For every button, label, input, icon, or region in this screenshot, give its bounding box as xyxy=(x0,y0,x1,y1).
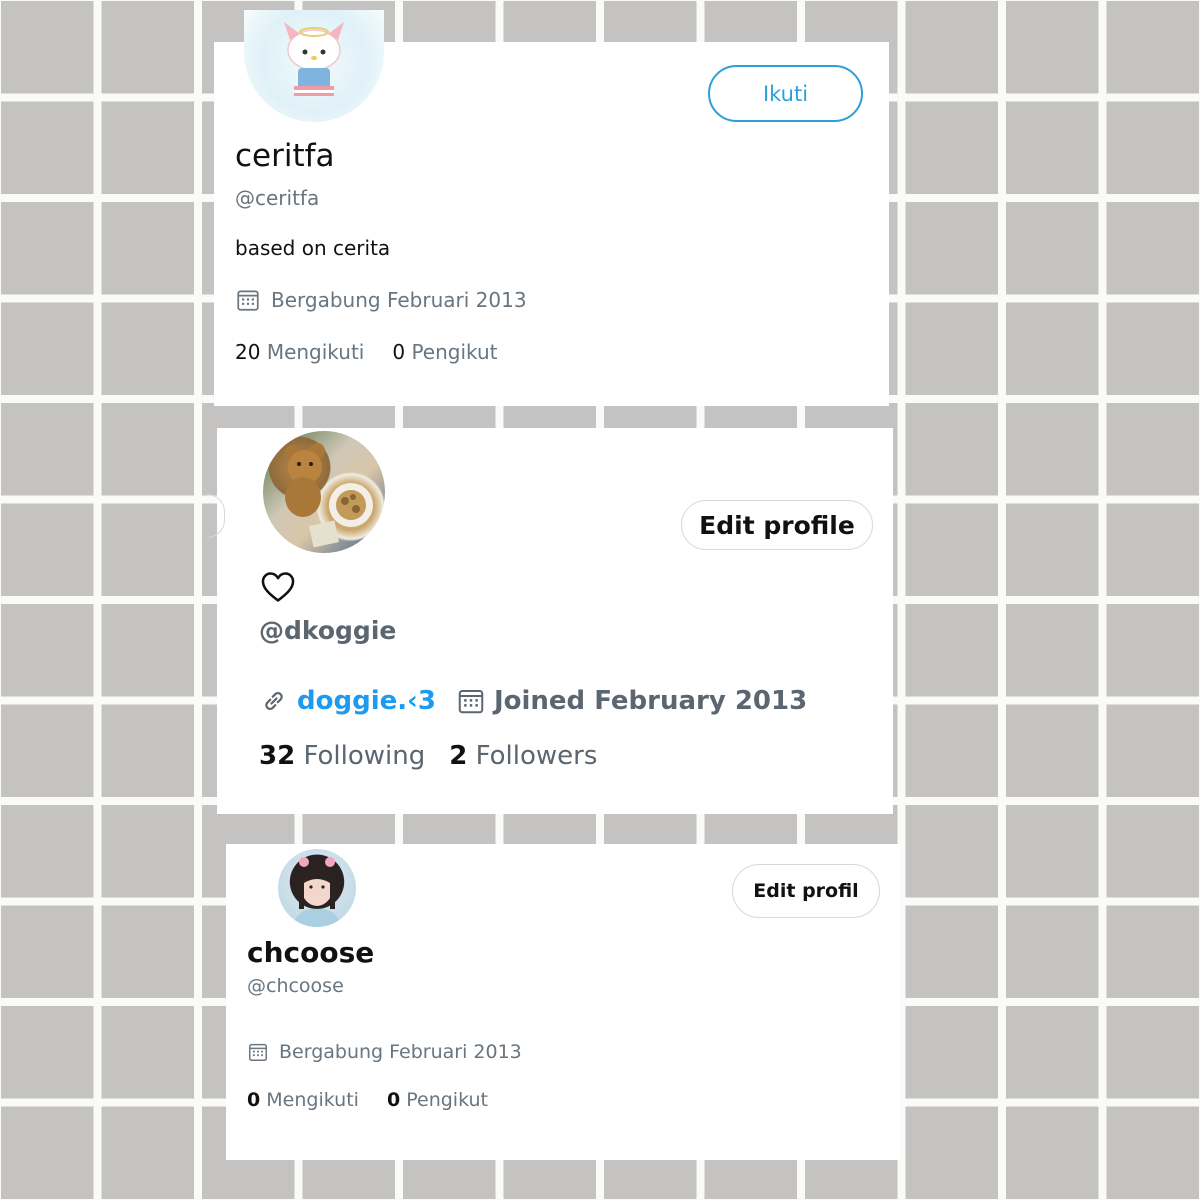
link-icon xyxy=(265,692,283,710)
edit-profile-button[interactable]: Edit profil xyxy=(732,864,880,918)
calendar-icon xyxy=(458,690,484,714)
followers-count: 0 xyxy=(392,340,406,364)
following-count: 20 xyxy=(235,340,261,364)
followers-count: 0 xyxy=(386,1089,401,1111)
teddy-bear-avatar xyxy=(285,443,373,548)
followers-link[interactable]: 2 Followers xyxy=(449,741,597,771)
followers-label: Pengikut xyxy=(406,1089,488,1111)
girl-photo-avatar xyxy=(292,857,342,927)
joined-text: Bergabung Februari 2013 xyxy=(279,1041,522,1063)
profile-meta: doggie.‹3 Joined February 2013 xyxy=(259,686,807,716)
calendar-icon xyxy=(237,290,259,311)
following-link[interactable]: 20 Mengikuti xyxy=(235,340,364,364)
following-label: Mengikuti xyxy=(266,340,365,364)
joined-text: Joined February 2013 xyxy=(493,686,808,716)
profile-avatar[interactable] xyxy=(278,849,356,927)
following-count: 0 xyxy=(247,1089,261,1111)
following-link[interactable]: 32 Following xyxy=(259,741,425,771)
profile-avatar[interactable] xyxy=(244,10,384,122)
display-name: ceritfa xyxy=(235,138,335,174)
profile-card-dkoggie: Edit profile @dkoggie doggie.‹3 Joined F… xyxy=(207,428,893,814)
profile-avatar[interactable] xyxy=(263,431,385,553)
username-handle[interactable]: @chcoose xyxy=(247,975,344,997)
profile-card-ceritfa: Ikuti ceritfa @ceritfa based on cerita B… xyxy=(214,10,889,406)
following-label: Mengikuti xyxy=(266,1089,359,1111)
username-handle[interactable]: @ceritfa xyxy=(235,186,319,210)
joined-date: Bergabung Februari 2013 xyxy=(235,287,527,313)
followers-count: 2 xyxy=(449,741,468,771)
back-button-edge[interactable] xyxy=(207,494,225,538)
following-label: Following xyxy=(303,741,426,771)
joined-text: Bergabung Februari 2013 xyxy=(271,288,527,312)
follow-counts: 32 Following 2 Followers xyxy=(259,741,597,771)
calendar-icon xyxy=(249,1043,267,1061)
website-link[interactable]: doggie.‹3 xyxy=(297,686,436,716)
heart-outline-icon xyxy=(259,568,297,606)
hello-kitty-avatar xyxy=(284,22,344,96)
follow-counts: 20 Mengikuti 0 Pengikut xyxy=(235,340,498,364)
following-link[interactable]: 0 Mengikuti xyxy=(247,1089,359,1111)
username-handle[interactable]: @dkoggie xyxy=(259,616,396,645)
followers-link[interactable]: 0 Pengikut xyxy=(387,1089,488,1111)
display-name: chcoose xyxy=(247,936,375,969)
followers-label: Pengikut xyxy=(411,340,498,364)
followers-label: Followers xyxy=(475,741,598,771)
profile-bio: based on cerita xyxy=(235,236,391,260)
following-count: 32 xyxy=(259,741,296,771)
joined-date: Bergabung Februari 2013 xyxy=(247,1041,522,1063)
profile-card-chcoose: Edit profil chcoose @chcoose Bergabung F… xyxy=(226,844,900,1160)
follow-counts: 0 Mengikuti 0 Pengikut xyxy=(247,1089,488,1111)
edit-profile-button[interactable]: Edit profile xyxy=(681,500,873,550)
follow-button[interactable]: Ikuti xyxy=(708,65,863,122)
followers-link[interactable]: 0 Pengikut xyxy=(392,340,497,364)
